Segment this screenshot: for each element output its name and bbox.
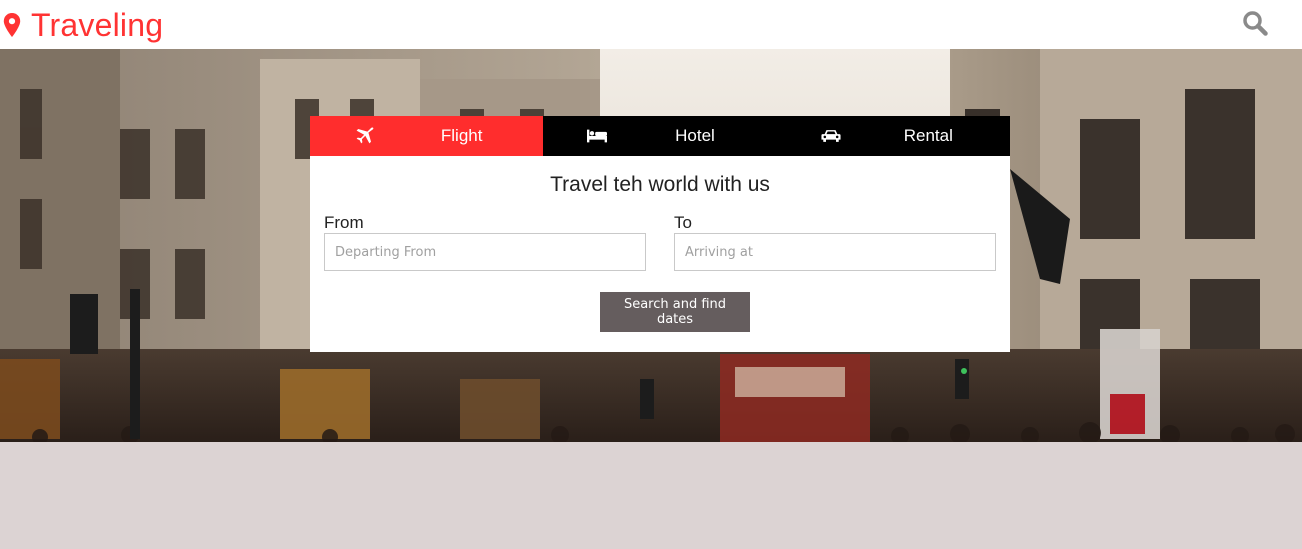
tab-flight-label: Flight	[440, 126, 483, 145]
search-button[interactable]	[1240, 8, 1270, 38]
search-icon	[1243, 11, 1268, 36]
route-fields: From To	[324, 213, 996, 271]
map-pin-icon	[3, 13, 21, 37]
arriving-at-input[interactable]	[674, 233, 996, 271]
brand-title: Traveling	[31, 6, 164, 43]
panel-title: Travel teh world with us	[550, 173, 770, 196]
departing-from-input[interactable]	[324, 233, 646, 271]
top-navbar: Traveling	[0, 0, 1302, 49]
tab-hotel-label: Hotel	[675, 126, 715, 145]
to-field: To	[674, 213, 996, 271]
tab-rental[interactable]: Rental	[777, 116, 1010, 156]
search-dates-button[interactable]: Search and find dates	[600, 292, 750, 332]
brand-link[interactable]: Traveling	[3, 5, 163, 45]
search-panel: Flight Hotel Rental Travel teh world wit…	[310, 116, 1010, 352]
page-content-area	[0, 442, 1302, 549]
from-field: From	[324, 213, 646, 271]
tab-hotel[interactable]: Hotel	[543, 116, 776, 156]
booking-tabs: Flight Hotel Rental	[310, 116, 1010, 156]
tab-flight[interactable]: Flight	[310, 116, 544, 156]
from-label: From	[324, 213, 364, 232]
to-label: To	[674, 213, 692, 232]
tab-rental-label: Rental	[903, 126, 953, 145]
